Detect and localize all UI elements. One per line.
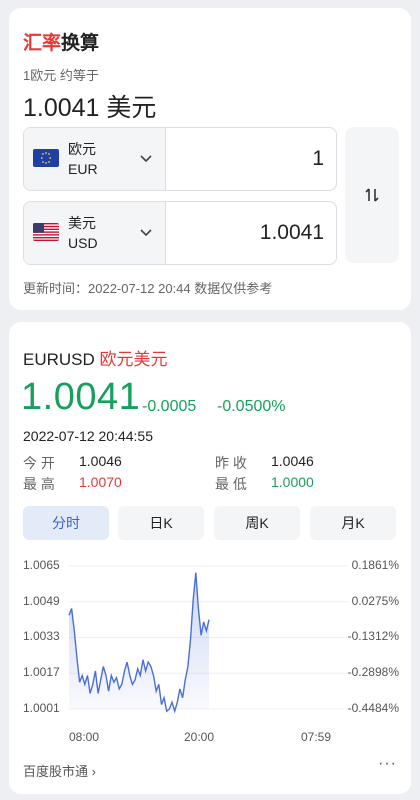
tab-daily-k[interactable]: 日K — [118, 506, 204, 540]
x-tick-label: 07:59 — [301, 730, 332, 744]
open-label: 今 开 — [23, 455, 55, 471]
low-value: 1.0000 — [271, 474, 314, 490]
from-currency-code: EUR — [68, 161, 98, 177]
y-tick-label: 1.0001 — [23, 701, 60, 715]
tab-intraday[interactable]: 分时 — [23, 506, 109, 540]
high-label: 最 高 — [23, 476, 55, 492]
to-currency-code: USD — [68, 235, 98, 251]
prev-close-stat: 昨 收 1.0046 — [215, 453, 314, 473]
us-flag-icon — [33, 223, 59, 241]
high-stat: 最 高 1.0070 — [23, 474, 122, 494]
converter-card: 汇率换算 1欧元 约等于 1.0041 美元 欧元 EUR 1 美元 USD 1… — [9, 8, 411, 310]
y-tick-label: 1.0033 — [23, 629, 60, 643]
x-tick-label: 08:00 — [69, 730, 100, 744]
from-currency-name: 欧元 — [68, 141, 96, 157]
swap-button[interactable] — [345, 127, 399, 263]
to-currency-select[interactable]: 美元 USD — [24, 202, 166, 264]
swap-arrows-icon — [365, 188, 379, 202]
y-tick-label: 1.0049 — [23, 594, 60, 608]
open-value: 1.0046 — [79, 453, 122, 469]
title-highlight: 汇率 — [23, 33, 62, 54]
tab-monthly-k[interactable]: 月K — [310, 506, 396, 540]
chevron-down-icon — [140, 229, 152, 237]
source-link[interactable]: 百度股市通 › — [23, 761, 96, 780]
quote-change: -0.0005 — [142, 398, 197, 415]
high-value: 1.0070 — [79, 474, 122, 490]
chart-svg — [68, 565, 349, 714]
quote-time: 2022-07-12 20:44:55 — [23, 428, 153, 444]
prev-close-value: 1.0046 — [271, 453, 314, 469]
y-pct-tick-label: 0.0275% — [351, 594, 399, 608]
to-currency-name: 美元 — [68, 215, 96, 231]
from-currency-select[interactable]: 欧元 EUR — [24, 128, 166, 190]
open-stat: 今 开 1.0046 — [23, 453, 122, 473]
quote-change-pct: -0.0500% — [217, 398, 286, 415]
y-pct-tick-label: -0.2898% — [347, 665, 399, 679]
y-tick-label: 1.0065 — [23, 558, 60, 572]
rate-value: 1.0041 美元 — [23, 94, 157, 122]
y-pct-tick-label: -0.1312% — [347, 629, 399, 643]
to-currency-row: 美元 USD 1.0041 — [23, 201, 337, 265]
chevron-down-icon — [140, 155, 152, 163]
rate-caption: 1欧元 约等于 — [23, 68, 99, 83]
intraday-chart: 1.0065 1.0049 1.0033 1.0017 1.0001 0.186… — [9, 550, 411, 750]
from-currency-row: 欧元 EUR 1 — [23, 127, 337, 191]
page-title: 汇率换算 — [23, 28, 99, 55]
y-tick-label: 1.0017 — [23, 665, 60, 679]
quote-symbol: EURUSD — [23, 350, 95, 369]
eu-flag-icon — [33, 149, 59, 167]
update-time: 更新时间：2022-07-12 20:44 数据仅供参考 — [23, 281, 273, 296]
from-amount-input[interactable]: 1 — [312, 147, 324, 171]
prev-close-label: 昨 收 — [215, 455, 247, 471]
low-stat: 最 低 1.0000 — [215, 474, 314, 494]
quote-card: EURUSD 欧元美元 1.0041 -0.0005 -0.0500% 2022… — [9, 322, 411, 794]
quote-title: EURUSD 欧元美元 — [23, 345, 168, 370]
more-icon[interactable]: ··· — [378, 755, 397, 773]
low-label: 最 低 — [215, 476, 247, 492]
to-amount-input[interactable]: 1.0041 — [260, 221, 324, 245]
title-rest: 换算 — [61, 33, 100, 54]
x-tick-label: 20:00 — [184, 730, 215, 744]
y-pct-tick-label: 0.1861% — [351, 558, 399, 572]
quote-price: 1.0041 — [21, 376, 141, 418]
quote-name: 欧元美元 — [99, 350, 168, 369]
y-pct-tick-label: -0.4484% — [347, 701, 399, 715]
tab-weekly-k[interactable]: 周K — [214, 506, 300, 540]
